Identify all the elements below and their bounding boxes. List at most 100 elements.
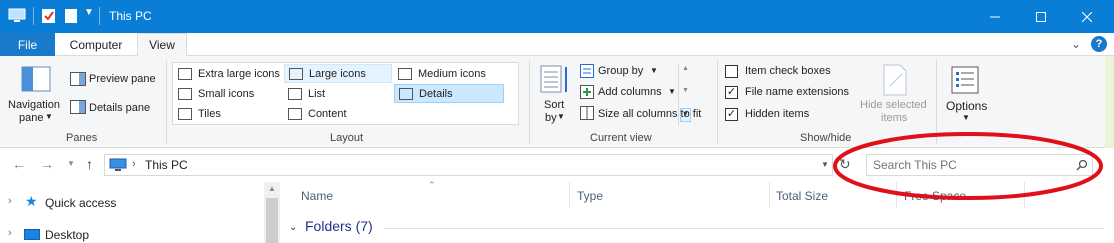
scroll-down-icon[interactable]: ▼ <box>682 87 689 94</box>
group-by-button[interactable]: Group by <box>598 65 643 77</box>
preview-pane-button[interactable]: Preview pane <box>89 73 156 85</box>
hidden-items-label[interactable]: Hidden items <box>745 108 809 120</box>
group-divider <box>529 60 530 144</box>
item-check-boxes-label[interactable]: Item check boxes <box>745 65 831 77</box>
size-columns-icon <box>580 106 594 120</box>
sort-by-label[interactable]: Sort <box>544 99 564 111</box>
customize-quick-access-icon[interactable]: ▼ <box>84 7 94 23</box>
ribbon-tabs: File Computer View ⌄ ? <box>0 33 1114 57</box>
layout-large-icons[interactable]: Large icons <box>284 64 392 83</box>
layout-extra-large-icons[interactable]: Extra large icons <box>174 64 284 83</box>
forward-arrow-icon[interactable]: → <box>40 156 54 172</box>
maximize-icon <box>1036 11 1046 22</box>
extra-large-icons-icon <box>178 67 192 80</box>
scroll-up-icon[interactable]: ▲ <box>268 184 276 193</box>
minimize-button[interactable] <box>972 0 1018 33</box>
hide-selected-items-button-2[interactable]: items <box>881 112 907 124</box>
size-all-columns-button[interactable]: Size all columns to fit <box>598 108 701 120</box>
layout-small-icons[interactable]: Small icons <box>174 84 284 103</box>
chevron-down-icon: ▼ <box>45 112 53 121</box>
new-folder-icon[interactable] <box>64 8 78 24</box>
scroll-up-icon[interactable]: ▲ <box>682 65 689 72</box>
navigation-pane-scrollbar[interactable]: ▲ <box>264 182 280 243</box>
hidden-items-checkbox[interactable]: ✓ <box>725 108 738 121</box>
layout-group-label: Layout <box>330 132 364 144</box>
navigation-pane-icon[interactable] <box>21 66 51 92</box>
separator <box>99 7 100 25</box>
content-icon <box>288 107 302 120</box>
layout-item-label: Details <box>419 87 453 100</box>
layout-item-label: Large icons <box>309 67 366 80</box>
tab-file[interactable]: File <box>0 33 55 56</box>
navigation-pane-label[interactable]: Navigation <box>8 99 60 111</box>
expand-quick-access-icon[interactable]: › <box>8 195 12 207</box>
breadcrumb-this-pc[interactable]: This PC <box>145 158 188 172</box>
folders-group-header[interactable]: Folders (7) <box>305 218 373 234</box>
medium-icons-icon <box>398 67 412 80</box>
address-bar[interactable]: › This PC ▼ <box>104 154 833 176</box>
help-icon[interactable]: ? <box>1091 36 1107 52</box>
navigation-pane-label-2[interactable]: pane <box>19 112 43 124</box>
layout-list[interactable]: List <box>284 84 392 103</box>
chevron-down-icon: ▼ <box>668 87 676 96</box>
expand-desktop-icon[interactable]: › <box>8 227 12 239</box>
collapse-ribbon-icon[interactable]: ⌄ <box>1071 37 1081 51</box>
close-button[interactable] <box>1064 0 1110 33</box>
details-icon <box>399 87 413 100</box>
layout-content[interactable]: Content <box>284 104 392 123</box>
column-header-type[interactable]: Type <box>577 182 757 210</box>
layout-gallery: Extra large icons Large icons Medium ico… <box>172 62 691 126</box>
title-bar: ▼ This PC <box>0 0 1114 33</box>
options-button[interactable]: Options <box>946 99 987 113</box>
column-divider[interactable] <box>569 182 570 208</box>
star-icon: ★ <box>25 193 38 209</box>
details-pane-icon[interactable] <box>70 100 86 114</box>
hide-selected-items-button[interactable]: Hide selected <box>860 99 927 111</box>
file-name-extensions-label[interactable]: File name extensions <box>745 86 849 98</box>
collapse-group-icon[interactable]: ⌄ <box>289 222 297 233</box>
chevron-down-icon: ▼ <box>650 66 658 75</box>
window-title: This PC <box>109 9 152 23</box>
minimize-icon <box>990 16 1000 17</box>
annotation-ellipse <box>833 132 1103 200</box>
add-columns-icon <box>580 85 594 99</box>
layout-item-label: Medium icons <box>418 67 486 80</box>
add-columns-button[interactable]: Add columns <box>598 86 662 98</box>
breadcrumb-separator-icon[interactable]: › <box>132 158 136 170</box>
column-header-name[interactable]: Name <box>301 182 561 210</box>
group-divider-line <box>384 228 1104 229</box>
list-icon <box>288 87 302 100</box>
nav-item-desktop[interactable]: Desktop <box>45 228 89 242</box>
maximize-button[interactable] <box>1018 0 1064 33</box>
chevron-down-icon: ▼ <box>557 112 565 121</box>
recent-locations-icon[interactable]: ▼ <box>67 159 75 168</box>
group-divider <box>717 60 718 144</box>
back-arrow-icon[interactable]: ← <box>12 156 26 172</box>
desktop-icon <box>24 229 40 240</box>
separator <box>33 7 34 25</box>
properties-icon[interactable] <box>41 8 57 24</box>
tab-view[interactable]: View <box>137 33 187 57</box>
details-pane-button[interactable]: Details pane <box>89 102 150 114</box>
navigation-pane: › ★ Quick access › Desktop <box>0 182 280 243</box>
up-arrow-icon[interactable]: ↑ <box>86 156 93 172</box>
sort-by-label-2[interactable]: by <box>545 112 557 124</box>
nav-item-quick-access[interactable]: Quick access <box>45 196 116 210</box>
layout-item-label: Small icons <box>198 87 255 100</box>
layout-item-label: Tiles <box>198 107 221 120</box>
hide-selected-items-icon <box>883 64 907 96</box>
sort-by-icon[interactable] <box>540 64 570 96</box>
layout-tiles[interactable]: Tiles <box>174 104 284 123</box>
this-pc-icon <box>109 158 127 171</box>
layout-medium-icons[interactable]: Medium icons <box>394 64 504 83</box>
file-name-extensions-checkbox[interactable]: ✓ <box>725 86 738 99</box>
column-divider[interactable] <box>769 182 770 208</box>
options-icon[interactable] <box>951 66 979 94</box>
layout-item-label: List <box>308 87 326 100</box>
item-check-boxes-checkbox[interactable] <box>725 65 738 78</box>
scrollbar-thumb[interactable] <box>266 198 278 243</box>
layout-details[interactable]: Details <box>394 84 504 103</box>
this-pc-icon[interactable] <box>8 8 26 24</box>
preview-pane-icon[interactable] <box>70 72 86 86</box>
tab-computer[interactable]: Computer <box>59 33 133 56</box>
